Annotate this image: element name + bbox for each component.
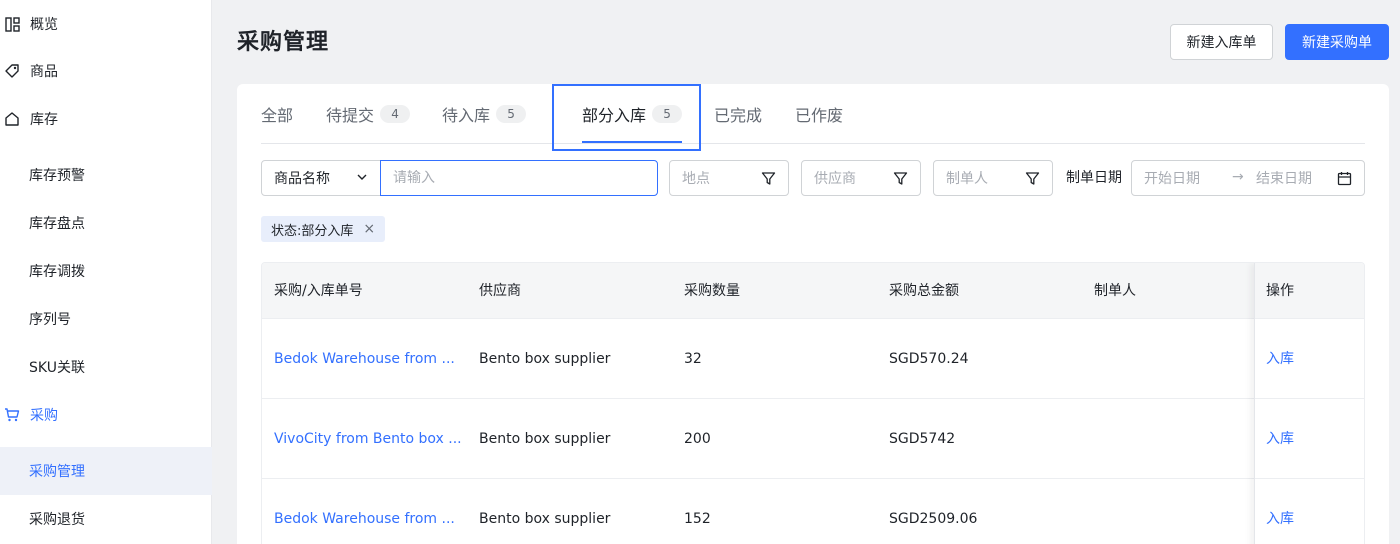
active-filter-tag: 状态:部分入库 × bbox=[261, 216, 386, 242]
maker-filter[interactable]: 制单人 bbox=[933, 160, 1053, 196]
dashboard-icon bbox=[4, 16, 20, 32]
sidebar-item-label: 序列号 bbox=[29, 312, 71, 328]
status-tabs: 全部 待提交 4 待入库 5 部分入库 5 已完成 已作废 bbox=[261, 84, 1365, 151]
active-filter-tag-label: 状态:部分入库 bbox=[271, 223, 354, 239]
arrow-right-icon: → bbox=[1232, 169, 1244, 185]
sidebar-item-label: 采购退货 bbox=[29, 512, 85, 528]
column-header-order-no: 采购/入库单号 bbox=[274, 283, 363, 299]
location-filter-placeholder: 地点 bbox=[682, 171, 710, 187]
table-row: Bedok Warehouse from ... Bento box suppl… bbox=[262, 479, 1364, 544]
supplier-cell: Bento box supplier bbox=[479, 511, 611, 527]
funnel-icon bbox=[761, 171, 776, 190]
sidebar-item-label: 商品 bbox=[30, 64, 58, 80]
sidebar-item-label: 库存 bbox=[30, 112, 58, 128]
sidebar-item-purchase-management[interactable]: 采购管理 bbox=[0, 447, 212, 495]
tag-icon bbox=[4, 63, 20, 79]
column-header-quantity: 采购数量 bbox=[684, 283, 740, 299]
funnel-icon bbox=[893, 171, 908, 190]
sidebar: 概览 商品 库存 库存预警 库存盘点 库存调拨 序列号 SKU关联 采购 采购管… bbox=[0, 0, 212, 544]
chevron-down-icon bbox=[356, 171, 368, 187]
sidebar-item-serial-number[interactable]: 序列号 bbox=[0, 295, 212, 343]
sidebar-item-overview[interactable]: 概览 bbox=[0, 0, 212, 48]
sidebar-item-label: SKU关联 bbox=[29, 360, 85, 376]
table-header: 采购/入库单号 供应商 采购数量 采购总金额 制单人 操作 bbox=[262, 263, 1364, 319]
sidebar-item-label: 概览 bbox=[30, 17, 58, 33]
tab-pending-submit[interactable]: 待提交 4 bbox=[326, 84, 411, 144]
quantity-cell: 152 bbox=[684, 511, 711, 527]
order-link[interactable]: VivoCity from Bento box ... bbox=[274, 399, 462, 479]
end-date-placeholder: 结束日期 bbox=[1256, 171, 1312, 187]
inbound-action-link[interactable]: 入库 bbox=[1266, 319, 1294, 399]
search-field-select[interactable]: 商品名称 bbox=[261, 160, 381, 196]
quantity-cell: 32 bbox=[684, 351, 702, 367]
tab-highlight-box bbox=[552, 84, 701, 151]
amount-cell: SGD570.24 bbox=[889, 351, 969, 367]
tab-count-badge: 4 bbox=[380, 105, 411, 123]
quantity-cell: 200 bbox=[684, 431, 711, 447]
calendar-icon bbox=[1337, 171, 1352, 190]
tab-all[interactable]: 全部 bbox=[261, 84, 293, 144]
sidebar-item-label: 库存盘点 bbox=[29, 216, 85, 232]
sidebar-item-inventory[interactable]: 库存 bbox=[0, 95, 212, 143]
supplier-filter-placeholder: 供应商 bbox=[814, 171, 856, 187]
sidebar-item-stocktake[interactable]: 库存盘点 bbox=[0, 199, 212, 247]
sidebar-item-label: 库存预警 bbox=[29, 168, 85, 184]
date-range-picker[interactable]: 开始日期 → 结束日期 bbox=[1131, 160, 1365, 196]
inbound-action-link[interactable]: 入库 bbox=[1266, 479, 1294, 544]
tab-label: 待提交 bbox=[326, 106, 375, 125]
tab-pending-inbound[interactable]: 待入库 5 bbox=[442, 84, 527, 144]
column-header-actions: 操作 bbox=[1266, 283, 1294, 299]
start-date-placeholder: 开始日期 bbox=[1144, 171, 1200, 187]
supplier-cell: Bento box supplier bbox=[479, 351, 611, 367]
tab-completed[interactable]: 已完成 bbox=[714, 84, 762, 144]
sidebar-item-label: 库存调拨 bbox=[29, 264, 85, 280]
tab-label: 全部 bbox=[261, 106, 294, 125]
search-input[interactable] bbox=[393, 170, 643, 186]
table-row: VivoCity from Bento box ... Bento box su… bbox=[262, 399, 1364, 479]
tab-count-badge: 5 bbox=[496, 105, 527, 123]
column-header-amount: 采购总金额 bbox=[889, 283, 959, 299]
content-card: 全部 待提交 4 待入库 5 部分入库 5 已完成 已作废 商品名称 请输入 地… bbox=[237, 84, 1389, 544]
funnel-icon bbox=[1025, 171, 1040, 190]
search-field-select-value: 商品名称 bbox=[274, 171, 330, 187]
new-purchase-order-button[interactable]: 新建采购单 bbox=[1285, 24, 1389, 60]
sidebar-item-label: 采购管理 bbox=[29, 464, 85, 480]
sidebar-item-sku-link[interactable]: SKU关联 bbox=[0, 343, 212, 391]
sidebar-item-stock-alert[interactable]: 库存预警 bbox=[0, 151, 212, 199]
sidebar-item-purchase-return[interactable]: 采购退货 bbox=[0, 495, 212, 543]
column-header-maker: 制单人 bbox=[1094, 283, 1136, 299]
sidebar-item-transfer[interactable]: 库存调拨 bbox=[0, 247, 212, 295]
cart-icon bbox=[4, 407, 20, 423]
amount-cell: SGD5742 bbox=[889, 431, 956, 447]
page-title: 采购管理 bbox=[237, 30, 330, 55]
amount-cell: SGD2509.06 bbox=[889, 511, 978, 527]
maker-filter-placeholder: 制单人 bbox=[946, 171, 988, 187]
warehouse-icon bbox=[4, 111, 20, 127]
supplier-filter[interactable]: 供应商 bbox=[801, 160, 921, 196]
close-icon[interactable]: × bbox=[363, 221, 375, 237]
new-inbound-order-button[interactable]: 新建入库单 bbox=[1170, 24, 1273, 60]
supplier-cell: Bento box supplier bbox=[479, 431, 611, 447]
sidebar-item-products[interactable]: 商品 bbox=[0, 47, 212, 95]
purchase-orders-table: 采购/入库单号 供应商 采购数量 采购总金额 制单人 操作 Bedok Ware… bbox=[261, 262, 1365, 544]
inbound-action-link[interactable]: 入库 bbox=[1266, 399, 1294, 479]
order-link[interactable]: Bedok Warehouse from ... bbox=[274, 319, 455, 399]
tab-label: 已作废 bbox=[795, 106, 844, 125]
search-input-wrapper bbox=[380, 160, 658, 196]
sidebar-item-label: 采购 bbox=[30, 408, 58, 424]
sidebar-item-purchase[interactable]: 采购 bbox=[0, 391, 212, 439]
order-link[interactable]: Bedok Warehouse from ... bbox=[274, 479, 455, 544]
tab-voided[interactable]: 已作废 bbox=[795, 84, 843, 144]
date-filter-label: 制单日期 bbox=[1066, 170, 1122, 186]
tab-label: 已完成 bbox=[714, 106, 763, 125]
location-filter[interactable]: 地点 bbox=[669, 160, 789, 196]
tab-label: 待入库 bbox=[442, 106, 491, 125]
table-row: Bedok Warehouse from ... Bento box suppl… bbox=[262, 319, 1364, 399]
column-header-supplier: 供应商 bbox=[479, 283, 521, 299]
